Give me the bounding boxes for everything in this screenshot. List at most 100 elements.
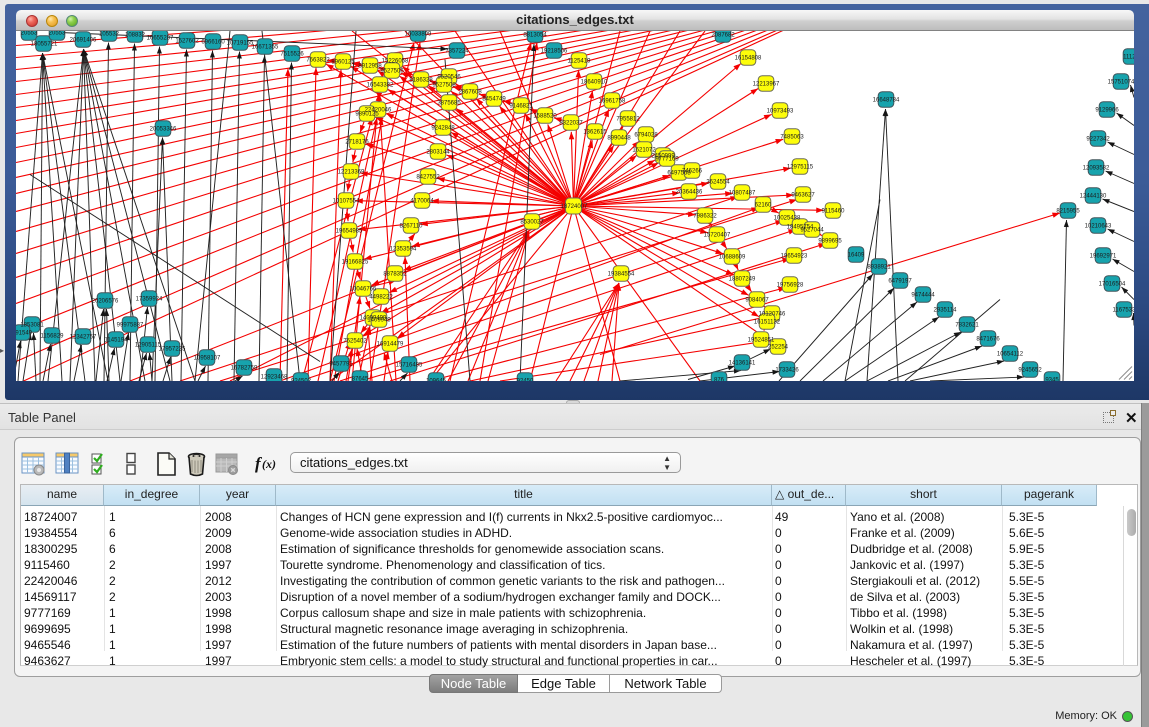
svg-text:8471676: 8471676 <box>976 337 1000 343</box>
svg-text:1362615: 1362615 <box>583 130 607 136</box>
svg-text:1527602: 1527602 <box>175 39 199 45</box>
svg-text:1409949: 1409949 <box>367 318 391 324</box>
svg-text:2935114: 2935114 <box>934 308 958 314</box>
svg-text:15716485: 15716485 <box>396 363 423 369</box>
svg-text:10654112: 10654112 <box>997 352 1024 358</box>
svg-text:10688609: 10688609 <box>719 255 746 261</box>
svg-text:8267110: 8267110 <box>400 224 424 230</box>
svg-text:17359924: 17359924 <box>136 297 163 303</box>
svg-text:8454749: 8454749 <box>482 97 506 103</box>
svg-text:87645: 87645 <box>352 377 369 381</box>
svg-text:12342757: 12342757 <box>70 335 97 341</box>
svg-text:14136141: 14136141 <box>729 361 756 367</box>
svg-text:10973493: 10973493 <box>767 109 794 115</box>
svg-text:10107554: 10107554 <box>333 199 360 205</box>
svg-text:9084067: 9084067 <box>745 298 769 304</box>
svg-text:16151132: 16151132 <box>754 320 781 326</box>
svg-text:7485063: 7485063 <box>780 135 804 141</box>
svg-text:10210643: 10210643 <box>1085 224 1112 230</box>
svg-text:7986322: 7986322 <box>693 214 717 220</box>
svg-text:9227342: 9227342 <box>1086 137 1110 143</box>
svg-text:8813054: 8813054 <box>523 33 547 39</box>
svg-text:10025438: 10025438 <box>774 216 801 222</box>
svg-text:1853081: 1853081 <box>20 323 44 329</box>
svg-text:1156829: 1156829 <box>41 334 65 340</box>
svg-text:16033809: 16033809 <box>405 32 432 38</box>
svg-text:8878352: 8878352 <box>383 272 407 278</box>
svg-text:9527044: 9527044 <box>800 228 824 234</box>
svg-text:3875685: 3875685 <box>437 101 461 107</box>
svg-text:19654985: 19654985 <box>336 229 363 235</box>
svg-text:11121: 11121 <box>1123 55 1134 61</box>
svg-text:108832: 108832 <box>125 33 146 39</box>
svg-text:1167533: 1167533 <box>1113 308 1134 314</box>
svg-text:3624554: 3624554 <box>706 180 730 186</box>
svg-text:9345: 9345 <box>1045 378 1059 381</box>
svg-text:12213967: 12213967 <box>753 82 780 88</box>
svg-text:6966160: 6966160 <box>201 40 225 46</box>
svg-text:9527506: 9527506 <box>380 69 404 75</box>
svg-text:105532: 105532 <box>99 32 120 38</box>
svg-text:16914479: 16914479 <box>377 342 404 348</box>
svg-text:12975115: 12975115 <box>787 165 814 171</box>
svg-text:9245652: 9245652 <box>1018 368 1042 374</box>
svg-text:18640910: 18640910 <box>581 80 608 86</box>
svg-text:16154808: 16154808 <box>735 56 762 62</box>
svg-text:7515526: 7515526 <box>280 52 304 58</box>
svg-text:62160: 62160 <box>755 203 772 209</box>
svg-text:9129966: 9129966 <box>1095 108 1119 114</box>
svg-text:19654923: 19654923 <box>781 254 808 260</box>
svg-text:4498222: 4498222 <box>369 295 393 301</box>
svg-text:6479197: 6479197 <box>888 279 912 285</box>
svg-text:252254: 252254 <box>768 345 789 351</box>
svg-text:16671355: 16671355 <box>252 45 279 51</box>
svg-text:18055721: 18055721 <box>31 42 58 48</box>
svg-text:12444130: 12444130 <box>1080 194 1107 200</box>
svg-text:746266: 746266 <box>682 169 703 175</box>
svg-text:9463627: 9463627 <box>791 193 815 199</box>
svg-text:18724007: 18724007 <box>561 204 588 210</box>
svg-text:19166825: 19166825 <box>342 260 369 266</box>
svg-text:8938921: 8938921 <box>867 265 891 271</box>
svg-text:8530027: 8530027 <box>520 220 544 226</box>
svg-text:9115460: 9115460 <box>822 209 846 215</box>
svg-text:10046766: 10046766 <box>350 287 377 293</box>
svg-text:8960125: 8960125 <box>331 60 355 66</box>
svg-text:19524851: 19524851 <box>748 338 775 344</box>
svg-text:99975887: 99975887 <box>117 323 144 329</box>
svg-text:16543382: 16543382 <box>367 83 394 89</box>
svg-text:17016504: 17016504 <box>1099 282 1126 288</box>
svg-text:12353594: 12353594 <box>390 247 417 253</box>
svg-text:9777169: 9777169 <box>655 157 679 163</box>
svg-text:20553: 20553 <box>49 31 66 37</box>
svg-text:7955812: 7955812 <box>616 117 640 123</box>
svg-text:7832621: 7832621 <box>955 323 979 329</box>
svg-text:9242848: 9242848 <box>431 126 455 132</box>
svg-text:2867608: 2867608 <box>458 90 482 96</box>
svg-text:2803144: 2803144 <box>426 150 450 156</box>
svg-text:8322037: 8322037 <box>559 121 583 127</box>
svg-text:12213369: 12213369 <box>338 170 365 176</box>
svg-text:9527508: 9527508 <box>432 83 456 89</box>
svg-text:4170064: 4170064 <box>410 199 434 205</box>
svg-text:8912958: 8912958 <box>358 64 382 70</box>
svg-text:12093582: 12093582 <box>1083 166 1110 172</box>
svg-text:8427552: 8427552 <box>416 175 440 181</box>
svg-text:20206576: 20206576 <box>92 299 119 305</box>
svg-text:9899695: 9899695 <box>818 239 842 245</box>
svg-text:20364436: 20364436 <box>676 190 703 196</box>
svg-text:9457791: 9457791 <box>329 362 353 368</box>
svg-text:10719155: 10719155 <box>227 41 254 47</box>
svg-text:8186328: 8186328 <box>409 78 433 84</box>
svg-text:19384554: 19384554 <box>608 272 635 278</box>
svg-text:20691406: 20691406 <box>70 38 97 44</box>
svg-text:10655287: 10655287 <box>147 36 174 42</box>
svg-text:15720407: 15720407 <box>704 233 731 239</box>
svg-text:10958107: 10958107 <box>194 356 221 362</box>
svg-text:92450: 92450 <box>517 379 534 381</box>
svg-text:8215955: 8215955 <box>1056 209 1080 215</box>
svg-text:391549: 391549 <box>16 331 33 337</box>
svg-text:1125419: 1125419 <box>568 59 592 65</box>
svg-text:2087682: 2087682 <box>711 33 735 39</box>
svg-text:19756928: 19756928 <box>777 283 804 289</box>
